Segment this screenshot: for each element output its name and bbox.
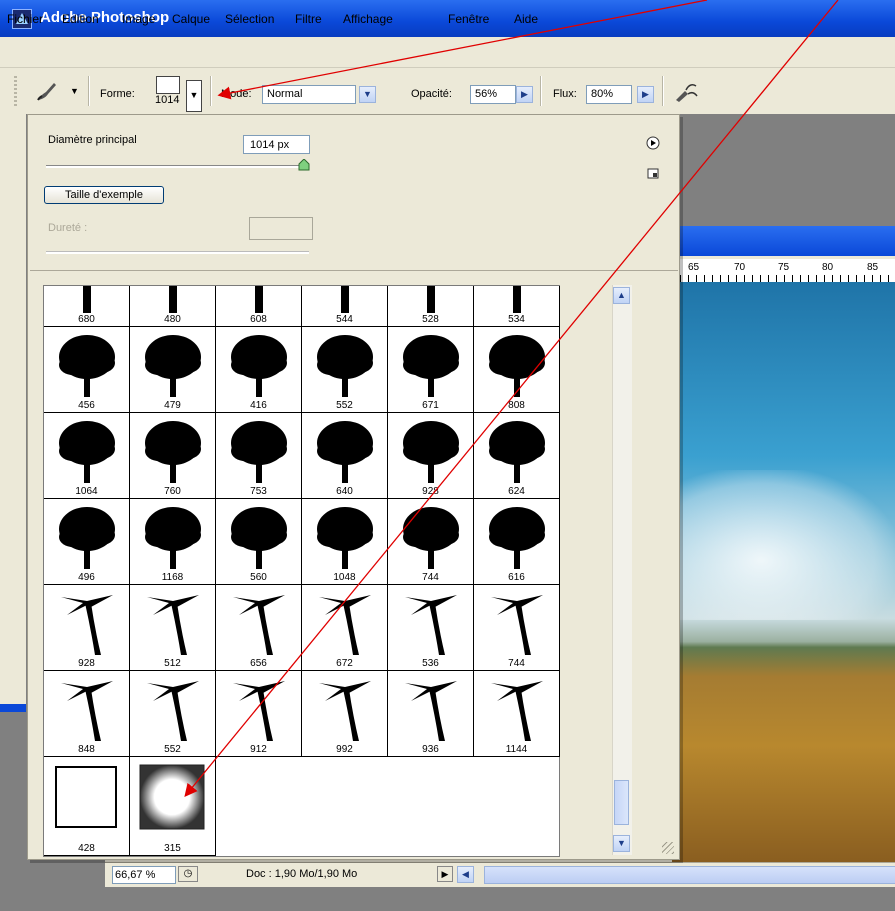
annotation-arrow: [217, 0, 708, 100]
annotation-arrows: [184, 0, 839, 798]
annotation-arrow: [184, 0, 839, 798]
